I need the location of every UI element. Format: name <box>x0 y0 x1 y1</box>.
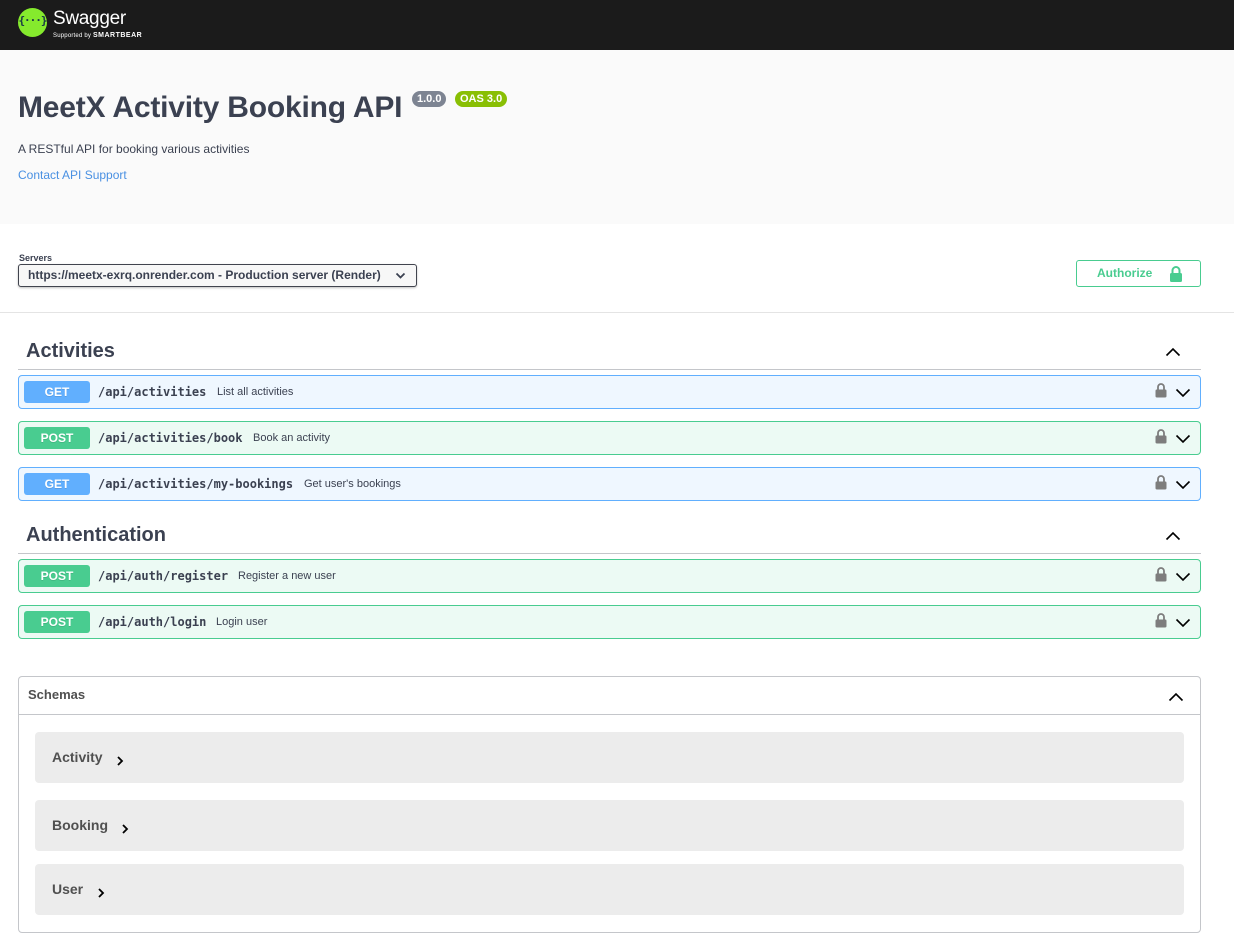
tag-name: Authentication <box>26 524 166 546</box>
oas-badge: OAS 3.0 <box>455 91 508 107</box>
operation-path: /api/activities/my-bookings <box>98 477 294 491</box>
schemas-title: Schemas <box>28 687 86 702</box>
tag-activities[interactable]: Activities <box>18 330 1201 370</box>
operation-path: /api/auth/login <box>98 615 207 629</box>
model-user[interactable]: User <box>35 864 1184 915</box>
chevron-up-icon[interactable] <box>1168 689 1184 707</box>
chevron-right-icon <box>97 885 105 903</box>
scheme-container: Servers https://meetx-exrq.onrender.com … <box>0 224 1234 313</box>
operation-post-activities-book[interactable]: POST /api/activities/book Book an activi… <box>18 421 1201 455</box>
tag-name: Activities <box>26 340 115 362</box>
operation-summary: Login user <box>216 616 268 628</box>
servers-label: Servers <box>19 253 53 263</box>
model-name: Activity <box>52 749 103 765</box>
chevron-down-icon[interactable] <box>1175 569 1191 587</box>
authorize-label: Authorize <box>1097 266 1153 280</box>
api-description: A RESTful API for booking various activi… <box>18 142 250 156</box>
lock-icon[interactable] <box>1155 567 1167 587</box>
model-activity[interactable]: Activity <box>35 732 1184 783</box>
chevron-down-icon <box>395 265 406 294</box>
chevron-up-icon[interactable] <box>1165 528 1181 546</box>
method-badge: POST <box>24 611 90 633</box>
chevron-right-icon <box>121 821 129 839</box>
tag-authentication[interactable]: Authentication <box>18 514 1201 554</box>
chevron-up-icon[interactable] <box>1165 344 1181 362</box>
swagger-logo-icon: {···} <box>18 8 48 37</box>
lock-icon[interactable] <box>1155 475 1167 495</box>
swagger-logo[interactable]: {···} Swagger Supported by SMARTBEAR <box>18 8 142 42</box>
operation-post-auth-login[interactable]: POST /api/auth/login Login user <box>18 605 1201 639</box>
model-name: Booking <box>52 817 108 833</box>
operation-summary: List all activities <box>217 386 294 398</box>
topbar: {···} Swagger Supported by SMARTBEAR <box>0 0 1234 50</box>
operation-get-my-bookings[interactable]: GET /api/activities/my-bookings Get user… <box>18 467 1201 501</box>
operation-path: /api/activities <box>98 385 207 399</box>
method-badge: POST <box>24 427 90 449</box>
operation-path: /api/auth/register <box>98 569 229 583</box>
contact-link[interactable]: Contact API Support <box>18 168 127 182</box>
chevron-right-icon <box>116 753 124 771</box>
schemas-header[interactable]: Schemas <box>19 677 1200 715</box>
api-title: MeetX Activity Booking API <box>18 91 403 124</box>
chevron-down-icon[interactable] <box>1175 615 1191 633</box>
chevron-down-icon[interactable] <box>1175 431 1191 449</box>
logo-subtitle: Supported by SMARTBEAR <box>53 32 143 39</box>
operation-summary: Register a new user <box>238 570 336 582</box>
model-name: User <box>52 881 84 897</box>
logo-title: Swagger <box>53 8 126 29</box>
servers-select[interactable]: https://meetx-exrq.onrender.com - Produc… <box>18 264 417 287</box>
operation-path: /api/activities/book <box>98 431 243 445</box>
model-booking[interactable]: Booking <box>35 800 1184 851</box>
operation-get-activities[interactable]: GET /api/activities List all activities <box>18 375 1201 409</box>
method-badge: POST <box>24 565 90 587</box>
info-section: MeetX Activity Booking API 1.0.0 OAS 3.0… <box>0 50 1234 224</box>
lock-icon <box>1169 266 1183 291</box>
authorize-button[interactable]: Authorize <box>1076 260 1201 287</box>
operation-post-auth-register[interactable]: POST /api/auth/register Register a new u… <box>18 559 1201 593</box>
version-badge: 1.0.0 <box>412 91 447 107</box>
chevron-down-icon[interactable] <box>1175 385 1191 403</box>
method-badge: GET <box>24 473 90 495</box>
lock-icon[interactable] <box>1155 383 1167 403</box>
operation-summary: Book an activity <box>253 432 331 444</box>
lock-icon[interactable] <box>1155 613 1167 633</box>
method-badge: GET <box>24 381 90 403</box>
chevron-down-icon[interactable] <box>1175 477 1191 495</box>
operation-summary: Get user's bookings <box>304 478 401 490</box>
lock-icon[interactable] <box>1155 429 1167 449</box>
servers-selected-value: https://meetx-exrq.onrender.com - Produc… <box>28 268 381 282</box>
schemas-section: Schemas Activity Booking User <box>18 676 1201 933</box>
